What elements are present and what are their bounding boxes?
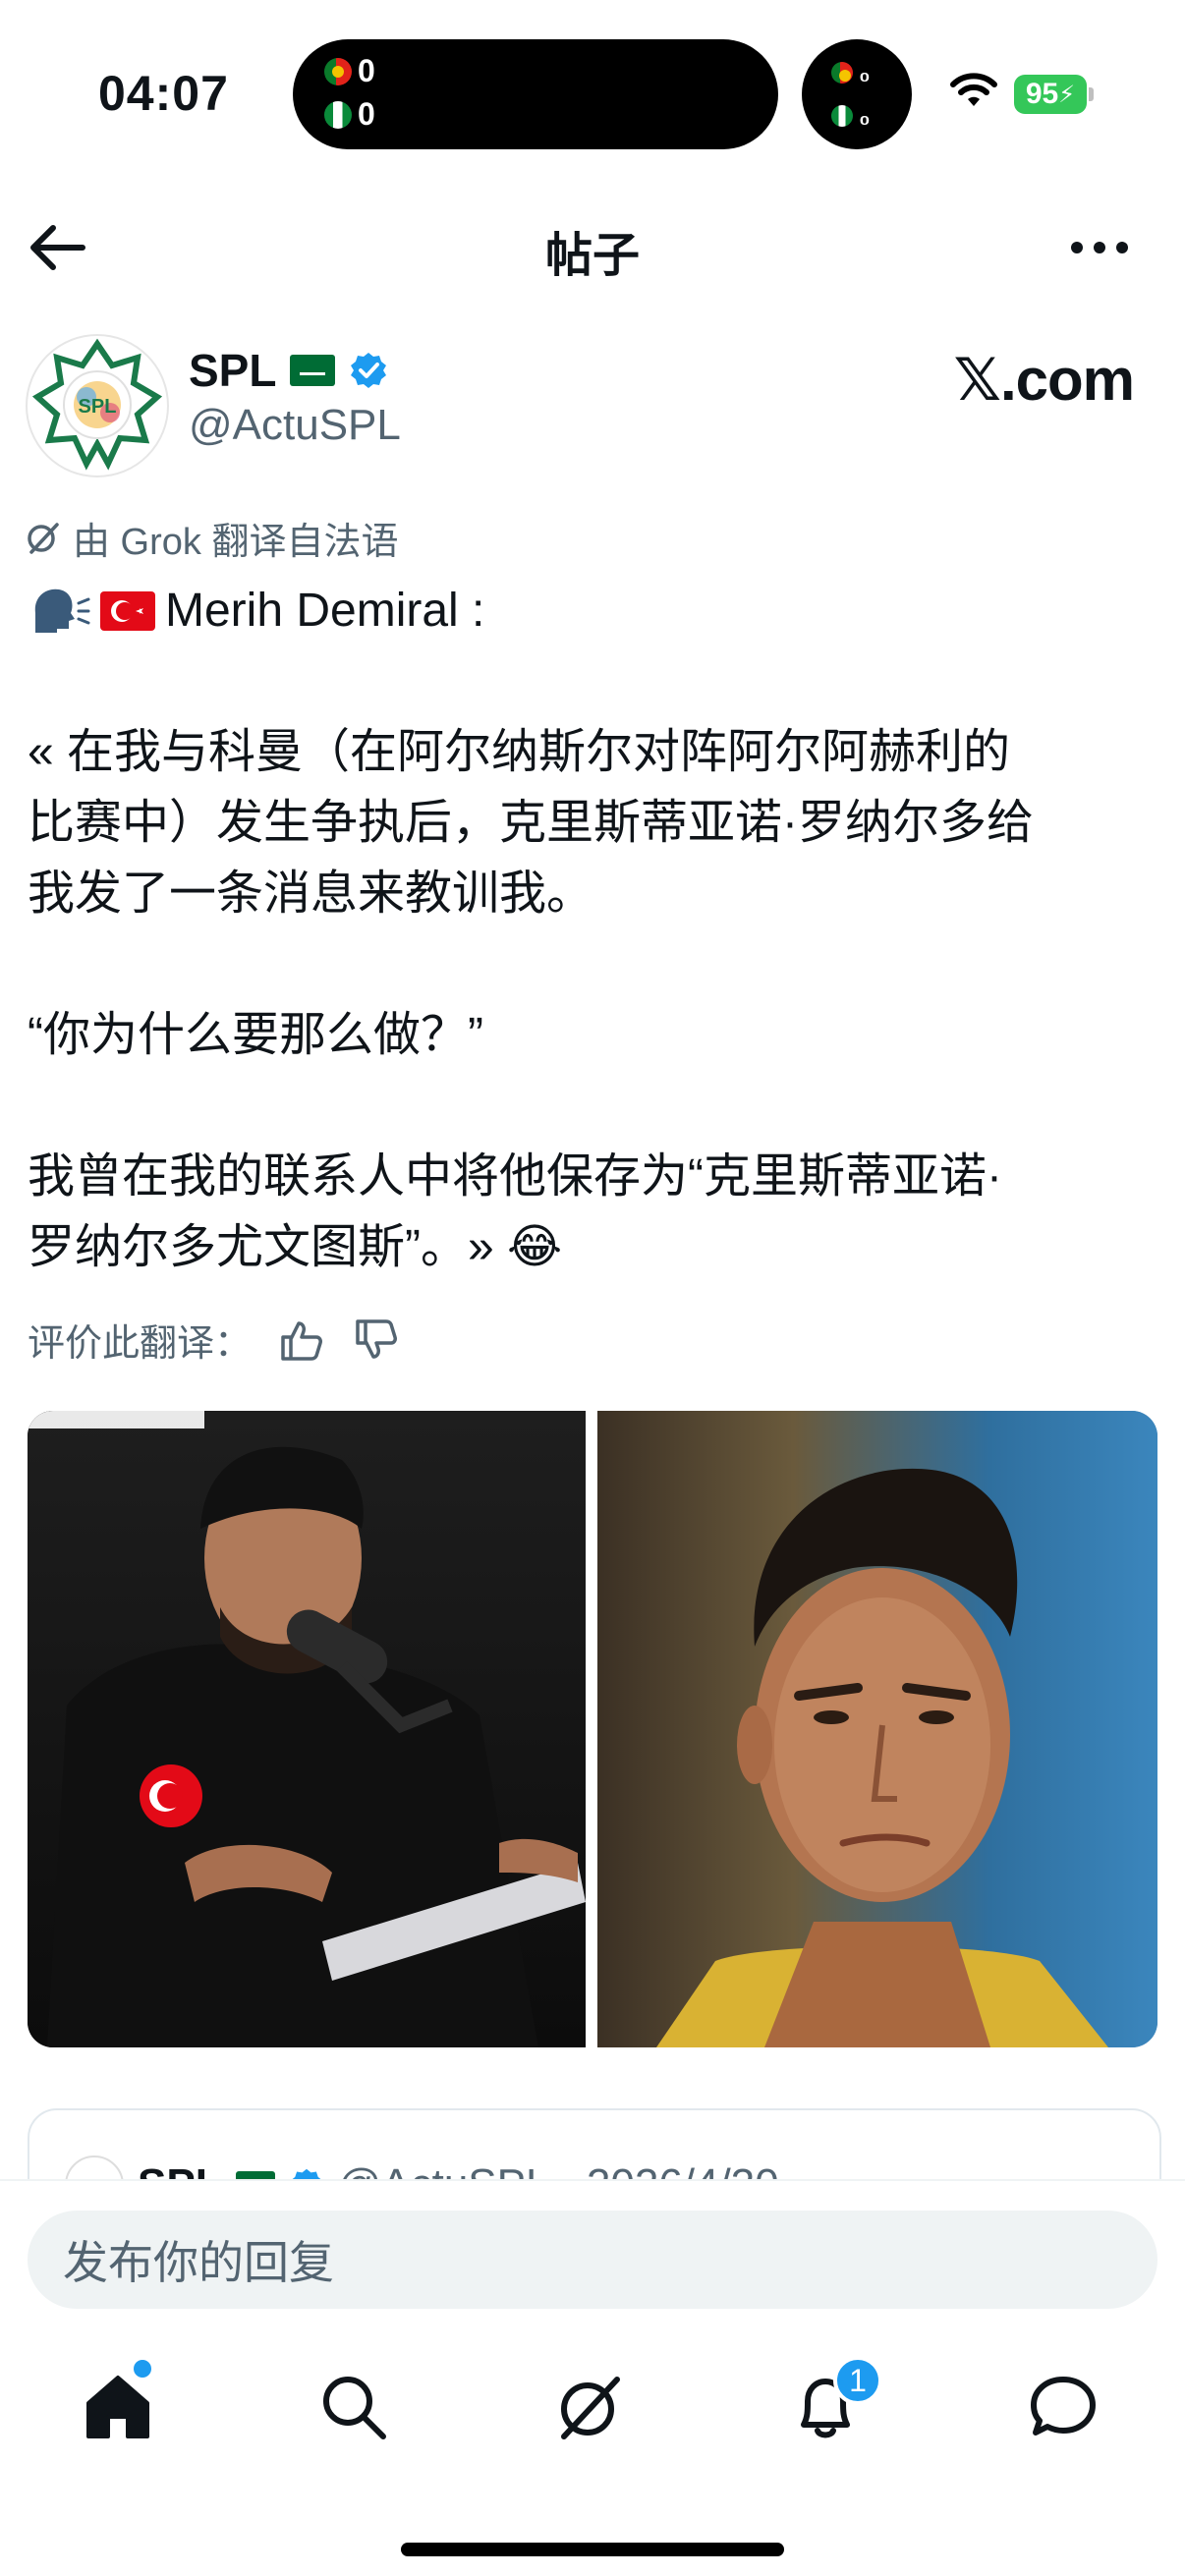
author-handle[interactable]: @ActuSPL — [189, 401, 401, 450]
portugal-flag-icon — [324, 57, 352, 85]
grok-icon — [28, 522, 59, 554]
post-text-line: « 在我与科曼（在阿尔纳斯尔对阵阿尔阿赫利的 — [28, 726, 1011, 778]
status-bar: 04:07 0 0 ₀ ₀ 95 ⚡ — [0, 0, 1185, 187]
avatar[interactable]: SPL — [26, 334, 169, 477]
portugal-flag-icon — [831, 61, 853, 84]
post-text-line: “你为什么要那么做？” — [28, 1009, 483, 1061]
live-activity-compact[interactable]: ₀ ₀ — [802, 39, 912, 149]
x-source-label: 𝕏.com — [953, 347, 1135, 413]
photo-podcast-speaker — [28, 1411, 586, 2047]
turkey-flag-icon — [100, 591, 155, 631]
speaking-head-icon — [34, 588, 90, 633]
clock: 04:07 — [98, 66, 229, 121]
post-text-line: 罗纳尔多尤文图斯”。» 😂 — [28, 1221, 563, 1273]
photo-portrait — [597, 1411, 1157, 2047]
home-unread-dot — [134, 2360, 151, 2378]
thumbs-up-icon[interactable] — [277, 1316, 326, 1365]
home-indicator[interactable] — [401, 2543, 784, 2556]
nigeria-flag-icon — [324, 100, 352, 129]
rate-translation-label: 评价此翻译： — [28, 1323, 253, 1365]
nigeria-flag-icon — [831, 104, 853, 127]
saudi-flag-icon — [290, 355, 336, 386]
reply-input[interactable]: 发布你的回复 — [28, 2211, 1157, 2309]
post-text-line: 比赛中）发生争执后，克里斯蒂亚诺·罗纳尔多给 — [28, 797, 1034, 849]
reply-bar: 发布你的回复 — [0, 2179, 1185, 2328]
post-text-line: 我曾在我的联系人中将他保存为“克里斯蒂亚诺· — [28, 1150, 1002, 1203]
wifi-icon — [950, 73, 997, 106]
spl-logo-icon: SPL — [31, 338, 163, 471]
messages-icon[interactable] — [1024, 2368, 1102, 2446]
notifications-badge: 1 — [833, 2356, 882, 2405]
verified-icon — [351, 353, 387, 388]
home-icon[interactable] — [79, 2368, 157, 2446]
score-row-portugal: 0 — [324, 53, 375, 89]
search-icon[interactable] — [314, 2368, 393, 2446]
grok-nav-icon[interactable] — [550, 2368, 629, 2446]
thumbs-down-icon[interactable] — [352, 1316, 401, 1365]
translation-note[interactable]: 由 Grok 翻译自法语 — [26, 511, 398, 565]
score-nigeria: 0 — [358, 96, 375, 132]
mini-score-nigeria: ₀ — [859, 100, 871, 130]
author-name[interactable]: SPL — [189, 344, 276, 397]
battery-indicator: 95 ⚡ — [1014, 75, 1087, 114]
score-row-nigeria: 0 — [324, 96, 375, 133]
author-name-row[interactable]: SPL — [189, 344, 388, 397]
more-icon[interactable] — [1065, 224, 1134, 271]
post-image-right[interactable] — [597, 1411, 1157, 2047]
live-score-island[interactable]: 0 0 — [293, 39, 778, 149]
score-portugal: 0 — [358, 53, 375, 88]
post-image-left[interactable] — [28, 1411, 586, 2047]
post-line-1: Merih Demiral : — [28, 576, 1159, 646]
translation-note-text: 由 Grok 翻译自法语 — [73, 522, 399, 563]
battery-tip — [1089, 87, 1094, 101]
svg-text:SPL: SPL — [79, 396, 117, 418]
post-text-line: 我发了一条消息来教训我。 — [28, 868, 594, 920]
post-text-line: Merih Demiral : — [165, 585, 485, 637]
rate-translation-row: 评价此翻译： — [28, 1313, 401, 1367]
bottom-nav — [0, 2326, 1185, 2484]
top-bar: 帖子 — [0, 195, 1185, 303]
mini-score-portugal: ₀ — [859, 57, 871, 86]
page-title: 帖子 — [544, 230, 640, 282]
